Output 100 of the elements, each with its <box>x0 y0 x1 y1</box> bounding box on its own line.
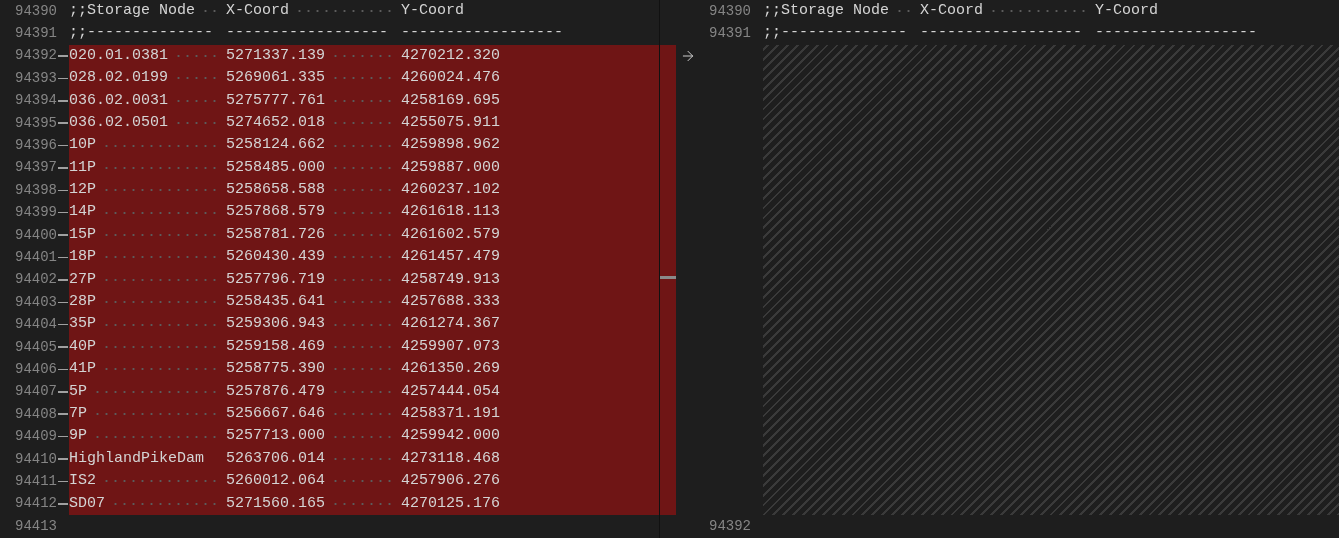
code-text: ------------------ <box>920 23 1083 44</box>
code-text: 5258485.000 <box>226 157 326 178</box>
code-text: SD07 <box>69 493 105 514</box>
code-text: 5271337.139 <box>226 45 326 66</box>
code-text: 4259907.073 <box>401 336 501 357</box>
code-text: 5275777.761 <box>226 90 326 111</box>
code-text: 5274652.018 <box>226 112 326 133</box>
code-text: 036.02.0501 <box>69 112 169 133</box>
minus-icon <box>58 503 68 505</box>
minus-icon <box>58 211 68 214</box>
code-text: 4261618.113 <box>401 202 501 223</box>
line-number: 94400 <box>15 225 57 245</box>
code-text: ;;Storage Node <box>763 0 890 21</box>
code-text: 4257444.054 <box>401 381 501 402</box>
minus-icon <box>58 279 68 281</box>
line-number: 94409 <box>15 427 57 447</box>
code-text: 5259306.943 <box>226 314 326 335</box>
code-text: 5258435.641 <box>226 292 326 313</box>
code-text: 5263706.014 <box>226 448 326 469</box>
code-text: 4260237.102 <box>401 180 501 201</box>
minus-icon <box>58 122 68 124</box>
line-number: 94392 <box>709 516 751 536</box>
code-text: IS2 <box>69 471 96 492</box>
code-text: 5258124.662 <box>226 135 326 156</box>
code-text: HighlandPikeDam <box>69 448 205 469</box>
minus-icon <box>58 77 68 80</box>
code-text: 4273118.468 <box>401 448 501 469</box>
line-number: 94412 <box>15 494 57 514</box>
code-text: ------------------ <box>1095 23 1258 44</box>
code-text: 5271560.165 <box>226 493 326 514</box>
code-text: ;;-------------- <box>763 23 908 44</box>
code-text: X-Coord <box>226 0 289 21</box>
line-number: 94403 <box>15 292 57 312</box>
code-text: 4258371.191 <box>401 404 501 424</box>
code-text: 4259898.962 <box>401 135 501 156</box>
code-text: 4258749.913 <box>401 269 501 290</box>
revert-arrow-icon[interactable] <box>680 48 696 64</box>
scroll-marker[interactable] <box>660 276 676 279</box>
code-text: 4258169.695 <box>401 90 501 111</box>
minus-icon <box>58 167 68 169</box>
minus-icon <box>58 480 68 483</box>
line-number: 94407 <box>15 382 57 402</box>
line-number: 94406 <box>15 359 57 379</box>
code-text: X-Coord <box>920 0 983 21</box>
minus-icon <box>58 435 68 438</box>
line-number: 94408 <box>15 404 57 424</box>
minus-icon <box>58 234 68 236</box>
minus-icon <box>58 256 68 259</box>
code-text: 9P <box>69 426 87 447</box>
line-number: 94390 <box>15 1 57 21</box>
code-text: ;;Storage Node <box>69 0 196 21</box>
line-number: 94399 <box>15 203 57 223</box>
minus-icon <box>58 391 68 393</box>
minus-icon <box>58 144 68 147</box>
line-number: 94394 <box>15 91 57 111</box>
line-number: 94392 <box>15 46 57 66</box>
code-text: 5257713.000 <box>226 426 326 447</box>
line-number: 94391 <box>15 24 57 44</box>
code-text: 028.02.0199 <box>69 68 169 89</box>
minus-icon <box>58 55 68 57</box>
code-text: 5257876.479 <box>226 381 326 402</box>
code-text: 5258781.726 <box>226 224 326 245</box>
code-text: 5257868.579 <box>226 202 326 223</box>
code-text: 5259158.469 <box>226 336 326 357</box>
code-text: 4270212.320 <box>401 45 501 66</box>
line-number: 94404 <box>15 315 57 335</box>
code-text: 4270125.176 <box>401 493 501 514</box>
code-text: ------------------ <box>226 23 389 44</box>
code-text: 4261274.367 <box>401 314 501 335</box>
code-text: 036.02.0031 <box>69 90 169 111</box>
line-number: 94413 <box>15 516 57 536</box>
line-number: 94398 <box>15 180 57 200</box>
line-number: 94411 <box>15 471 57 491</box>
code-text: 14P <box>69 202 96 223</box>
code-text: 5258775.390 <box>226 359 326 380</box>
line-number: 94391 <box>709 24 751 44</box>
code-text: 12P <box>69 180 96 201</box>
line-number: 94396 <box>15 136 57 156</box>
code-text: 41P <box>69 359 96 380</box>
code-text: 4259942.000 <box>401 426 501 447</box>
code-text: 5258658.588 <box>226 180 326 201</box>
code-text: 11P <box>69 157 96 178</box>
minus-icon <box>58 323 68 326</box>
minus-icon <box>58 346 68 348</box>
code-text: 5257796.719 <box>226 269 326 290</box>
minus-icon <box>58 100 68 102</box>
code-text: 5256667.646 <box>226 404 326 424</box>
line-number: 94393 <box>15 68 57 88</box>
code-text: 5260430.439 <box>226 247 326 268</box>
line-number: 94390 <box>709 1 751 21</box>
code-text: 4257688.333 <box>401 292 501 313</box>
minus-icon <box>58 368 68 371</box>
minus-icon <box>58 458 68 460</box>
code-text: 35P <box>69 314 96 335</box>
code-text: 18P <box>69 247 96 268</box>
line-number: 94401 <box>15 248 57 267</box>
line-number: 94397 <box>15 158 57 178</box>
minus-icon <box>58 301 68 303</box>
line-number: 94405 <box>15 337 57 357</box>
code-text: 10P <box>69 135 96 156</box>
